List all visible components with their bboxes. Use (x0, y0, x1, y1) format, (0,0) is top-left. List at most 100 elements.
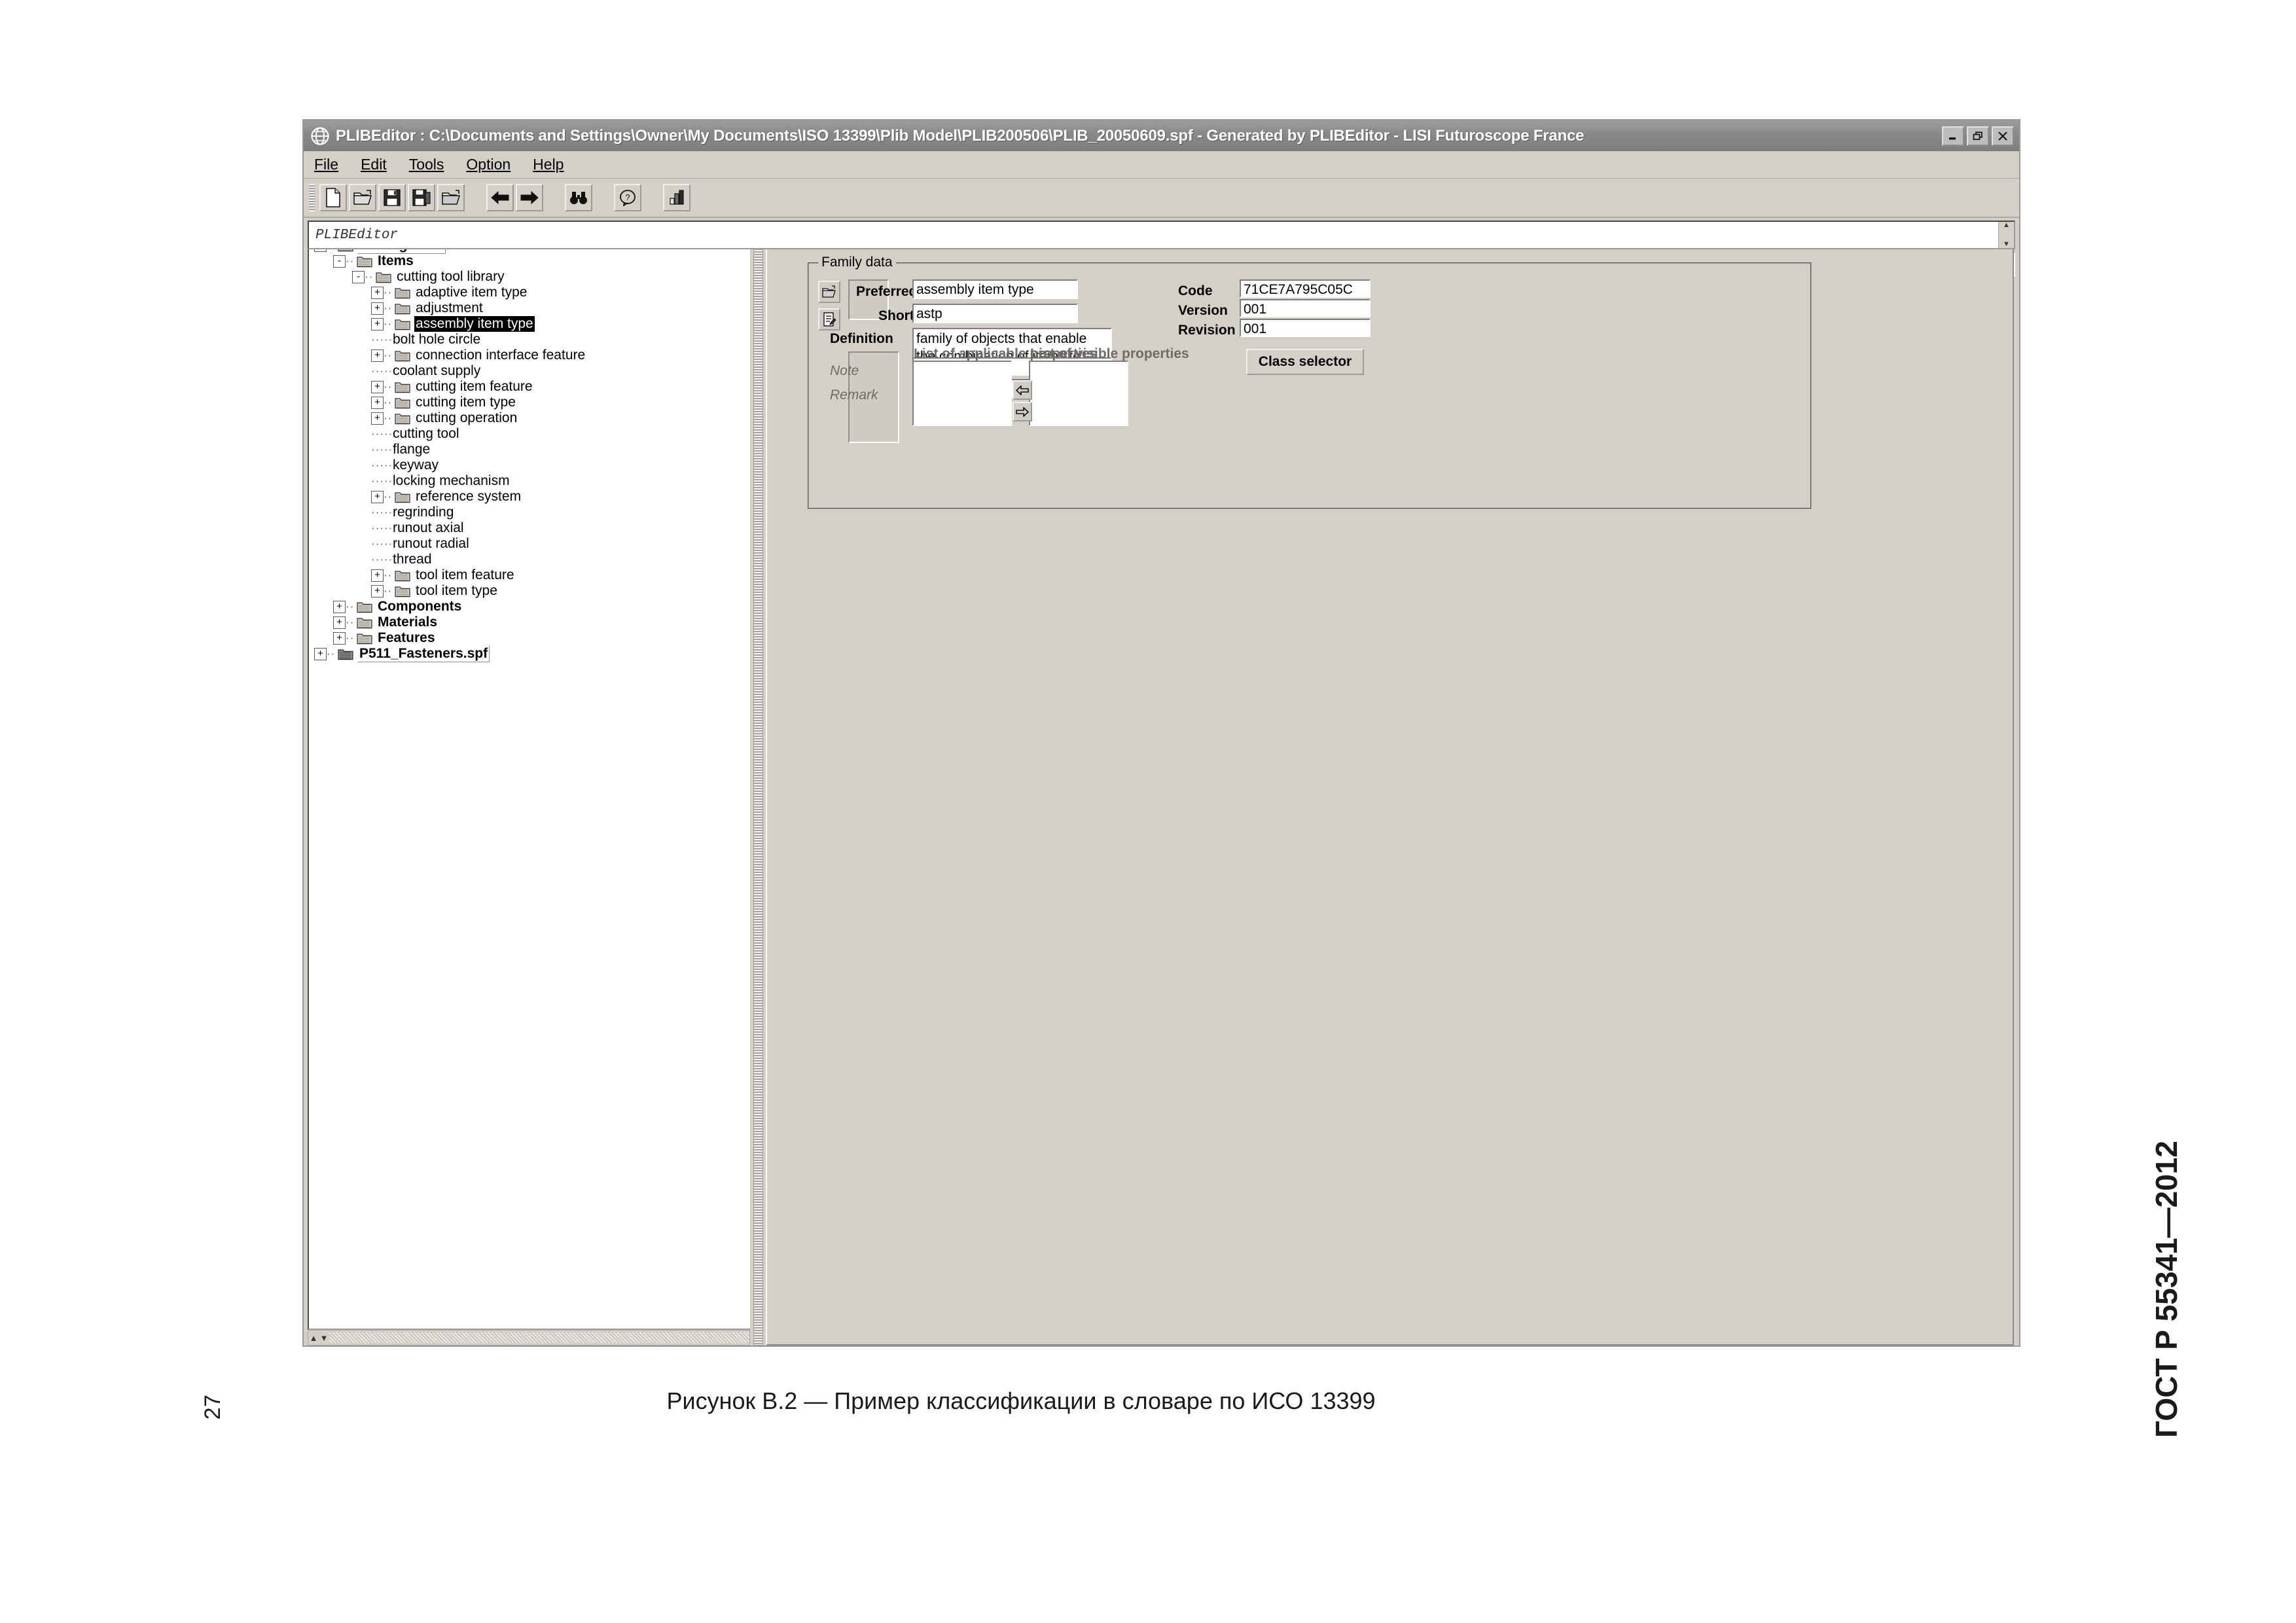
expand-icon[interactable]: + (371, 412, 384, 425)
binoculars-search-icon[interactable] (565, 184, 592, 211)
tree-node-label: locking mechanism (393, 473, 510, 488)
open-folder-icon[interactable] (349, 184, 376, 211)
tree-node[interactable]: ····· flange (309, 442, 750, 457)
tree-view[interactable]: +···Clipboard-···Cutting tools-···Items-… (308, 221, 750, 1330)
menu-option[interactable]: Option (466, 156, 511, 173)
scroll-trough[interactable] (329, 1332, 749, 1343)
edit-document-icon[interactable] (818, 308, 840, 330)
code-input[interactable]: 71CE7A795C05C (1240, 279, 1371, 298)
tree-node[interactable]: +··· cutting item feature (309, 379, 750, 395)
tree-node[interactable]: ····· runout axial (309, 520, 750, 536)
applicable-properties-list[interactable] (912, 361, 1012, 426)
menu-help-label: Help (533, 156, 564, 173)
tree-node[interactable]: +··· Features (309, 630, 750, 646)
scroll-up-icon[interactable]: ▲ (308, 1333, 319, 1343)
export-folder-icon[interactable] (437, 184, 465, 211)
close-button[interactable] (1992, 126, 2014, 146)
tree-node[interactable]: -··· Items (309, 253, 750, 269)
menu-file[interactable]: File (314, 156, 338, 173)
tree-node[interactable]: +··· connection interface feature (309, 348, 750, 363)
tree-node[interactable]: +··· tool item feature (309, 567, 750, 583)
open-image-icon[interactable] (818, 281, 840, 303)
maximize-button[interactable] (1967, 126, 1989, 146)
standard-reference: ГОСТ Р 55341—2012 (2042, 1060, 2291, 1518)
tree-connector: ··· (384, 286, 393, 298)
split-grip[interactable] (753, 234, 763, 1346)
tree-node[interactable]: +··· assembly item type (309, 316, 750, 332)
tree-node[interactable]: +··· adaptive item type (309, 285, 750, 300)
folder-icon (395, 302, 410, 315)
back-arrow-icon[interactable] (486, 184, 514, 211)
log-area[interactable]: PLIBEditor ▲ ▼ (308, 221, 2015, 249)
folder-icon (395, 585, 410, 597)
tree-node[interactable]: ····· cutting tool (309, 426, 750, 442)
tree-node[interactable]: ····· regrinding (309, 505, 750, 520)
expand-icon[interactable]: + (371, 286, 384, 299)
chart-icon[interactable] (663, 184, 691, 211)
move-left-arrow-icon[interactable] (1013, 380, 1032, 400)
expand-icon[interactable]: + (371, 569, 384, 582)
expand-icon[interactable]: + (371, 490, 384, 503)
tree-node[interactable]: +··· Components (309, 599, 750, 615)
tree-node-label: runout axial (393, 520, 464, 535)
expand-icon[interactable]: + (371, 584, 384, 597)
forward-arrow-icon[interactable] (516, 184, 543, 211)
expand-icon[interactable]: + (371, 302, 384, 315)
tree-node[interactable]: ····· thread (309, 552, 750, 567)
version-input[interactable]: 001 (1240, 299, 1371, 317)
tree-node[interactable]: ····· runout radial (309, 536, 750, 552)
tree-node[interactable]: +··· tool item type (309, 583, 750, 599)
tree-node[interactable]: +··· reference system (309, 489, 750, 505)
tree-horizontal-scrollbar[interactable]: ▲ ▼ (308, 1330, 750, 1346)
log-scroll-down-icon[interactable]: ▼ (2003, 241, 2010, 248)
tree-node[interactable]: ····· locking mechanism (309, 473, 750, 489)
collapse-icon[interactable]: - (333, 255, 346, 268)
expand-icon[interactable]: + (371, 317, 384, 330)
family-data-group: Family data Preferred name Short Definit… (808, 255, 1812, 509)
menu-help[interactable]: Help (533, 156, 564, 173)
split-divider[interactable]: ◀▶ (750, 218, 766, 1346)
revision-input[interactable]: 001 (1240, 319, 1371, 337)
tree-node[interactable]: ····· coolant supply (309, 363, 750, 379)
short-name-input[interactable]: astp (912, 304, 1078, 323)
class-selector-button[interactable]: Class selector (1246, 349, 1364, 375)
menu-edit[interactable]: Edit (361, 156, 387, 173)
tree-node[interactable]: +··· P511_Fasteners.spf (309, 645, 750, 662)
expand-icon[interactable]: + (371, 349, 384, 362)
tree-node-label: tool item feature (416, 567, 514, 582)
tree-connector: ··· (327, 647, 336, 660)
expand-icon[interactable]: + (371, 380, 384, 393)
tree-node[interactable]: ····· bolt hole circle (309, 332, 750, 348)
menu-tools[interactable]: Tools (409, 156, 444, 173)
move-right-arrow-icon[interactable] (1013, 402, 1032, 421)
tree-node[interactable]: -··· cutting tool library (309, 269, 750, 285)
tree-node[interactable]: +··· cutting operation (309, 410, 750, 426)
tree-panel: +···Clipboard-···Cutting tools-···Items-… (304, 218, 750, 1346)
expand-icon[interactable]: + (333, 600, 346, 613)
log-scroll-up-icon[interactable]: ▲ (2003, 222, 2010, 229)
tree-connector: ····· (371, 365, 391, 377)
expand-icon[interactable]: + (333, 616, 346, 629)
tree-node[interactable]: +··· Materials (309, 615, 750, 630)
window-title: PLIBEditor : C:\Documents and Settings\O… (336, 126, 1585, 145)
globe-icon (310, 126, 330, 146)
preferred-name-input[interactable]: assembly item type (912, 279, 1078, 299)
menu-bar: File Edit Tools Option Help (304, 151, 2019, 179)
tree-node[interactable]: +··· adjustment (309, 300, 750, 316)
minimize-button[interactable] (1942, 126, 1964, 146)
save-icon[interactable] (378, 184, 406, 211)
help-question-icon[interactable]: ? (614, 184, 641, 211)
toolbar-grip[interactable] (309, 184, 315, 211)
expand-icon[interactable]: + (333, 632, 346, 645)
new-file-icon[interactable] (319, 184, 347, 211)
visible-properties-list[interactable] (1029, 361, 1128, 426)
expand-icon[interactable]: + (371, 396, 384, 409)
save-as-icon[interactable] (408, 184, 435, 211)
collapse-icon[interactable]: - (352, 270, 365, 283)
tree-node[interactable]: ····· keyway (309, 457, 750, 473)
tree-node[interactable]: +··· cutting item type (309, 395, 750, 410)
scroll-down-icon[interactable]: ▼ (319, 1333, 329, 1343)
expand-icon[interactable]: + (314, 647, 327, 660)
folder-open-icon (376, 271, 391, 283)
log-scrollbar[interactable]: ▲ ▼ (1998, 222, 2014, 248)
